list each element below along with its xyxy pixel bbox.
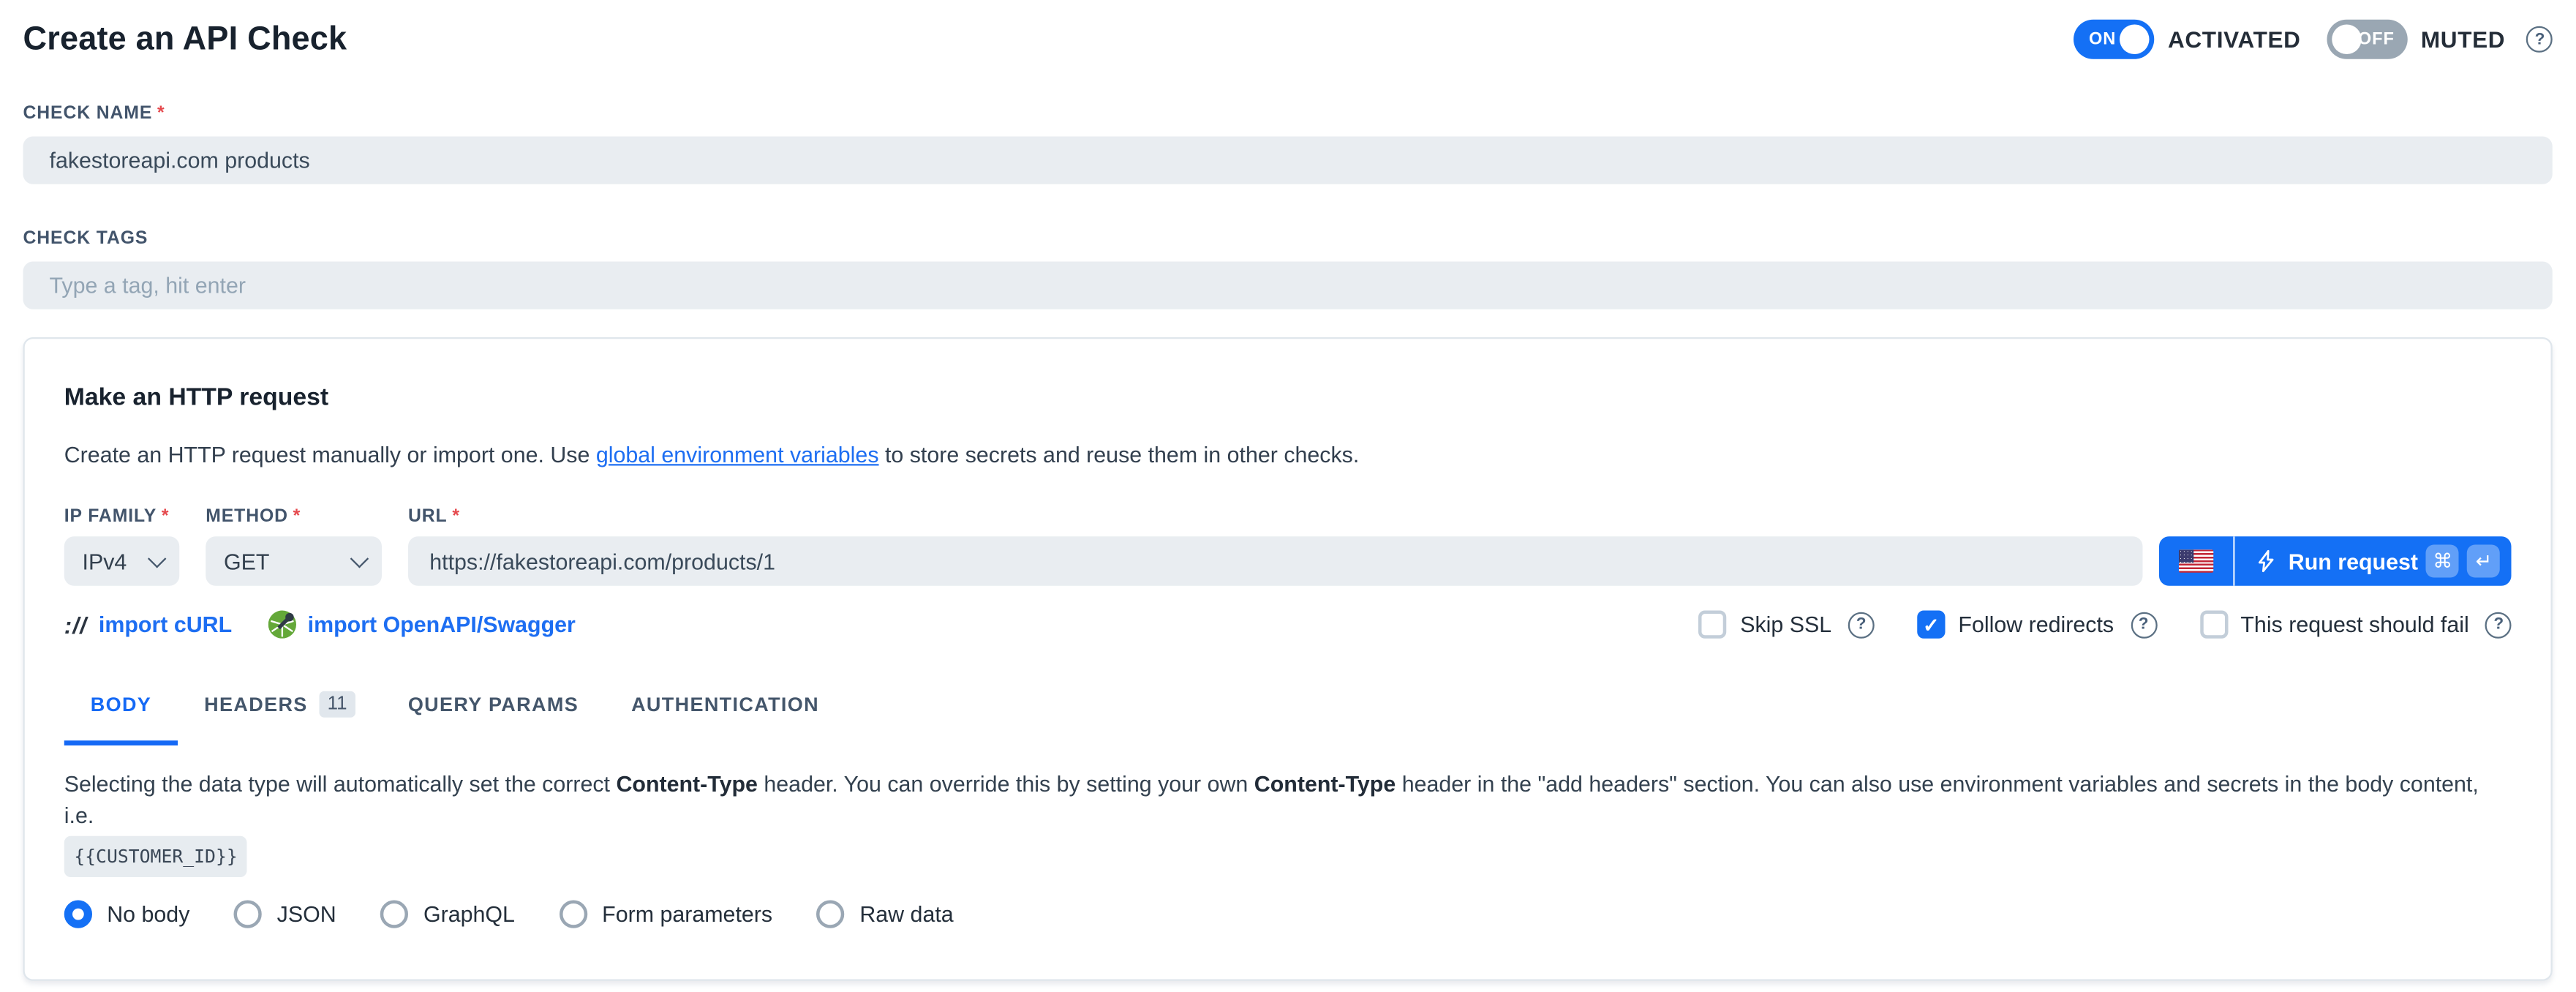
import-openapi-link[interactable]: import OpenAPI/Swagger	[268, 611, 576, 639]
ip-family-group: IP FAMILY* IPv4	[64, 507, 180, 586]
url-input[interactable]	[408, 536, 2142, 586]
radio-raw-data[interactable]: Raw data	[817, 901, 954, 928]
check-name-label: CHECK NAME*	[23, 104, 2553, 125]
http-request-card: Make an HTTP request Create an HTTP requ…	[23, 337, 2553, 981]
headers-count-badge: 11	[319, 691, 355, 718]
ip-family-label: IP FAMILY*	[64, 507, 180, 528]
run-request-button[interactable]: Run request ⌘ ↵	[2234, 536, 2512, 586]
page-title: Create an API Check	[23, 16, 347, 62]
radio-no-body[interactable]: No body	[64, 901, 190, 928]
us-flag-icon	[2178, 549, 2212, 573]
required-asterisk: *	[293, 507, 301, 527]
activated-toggle-state: ON	[2089, 20, 2116, 59]
run-request-label: Run request	[2289, 549, 2418, 574]
radio-button[interactable]	[560, 901, 587, 928]
follow-redirects-help-icon[interactable]: ?	[2131, 612, 2157, 638]
skip-ssl-checkbox[interactable]: ✓	[1699, 611, 1727, 639]
radio-graphql[interactable]: GraphQL	[380, 901, 514, 928]
tab-authentication[interactable]: AUTHENTICATION	[605, 691, 846, 745]
required-asterisk: *	[162, 507, 170, 527]
run-request-group: Run request ⌘ ↵	[2158, 536, 2512, 586]
header-help-icon[interactable]: ?	[2526, 26, 2553, 53]
url-group: URL*	[408, 507, 2142, 586]
skip-ssl-help-icon[interactable]: ?	[1848, 612, 1875, 638]
swagger-icon	[268, 611, 296, 639]
method-value: GET	[224, 549, 269, 574]
chevron-down-icon	[350, 549, 369, 568]
customer-id-code-chip: {{CUSTOMER_ID}}	[64, 836, 248, 877]
import-openapi-label: import OpenAPI/Swagger	[308, 612, 576, 637]
activated-label: ACTIVATED	[2168, 26, 2301, 53]
check-name-input[interactable]	[23, 137, 2553, 184]
check-tags-input[interactable]	[23, 262, 2553, 309]
activated-toggle-knob	[2120, 25, 2150, 55]
tab-query-params[interactable]: QUERY PARAMS	[382, 691, 605, 745]
import-curl-label: import cURL	[99, 612, 232, 637]
activated-toggle[interactable]: ON	[2074, 20, 2155, 59]
skip-ssl-option: ✓ Skip SSL ?	[1699, 611, 1875, 639]
request-tabs: BODY HEADERS11 QUERY PARAMS AUTHENTICATI…	[64, 691, 2512, 745]
method-label: METHOD*	[206, 507, 382, 528]
request-should-fail-help-icon[interactable]: ?	[2485, 612, 2512, 638]
request-should-fail-checkbox[interactable]: ✓	[2199, 611, 2227, 639]
chevron-down-icon	[148, 549, 166, 568]
import-options-row: :// import cURL	[64, 611, 2512, 639]
url-label: URL*	[408, 507, 2142, 528]
check-name-field-group: CHECK NAME*	[23, 104, 2553, 184]
radio-form-parameters[interactable]: Form parameters	[560, 901, 772, 928]
tab-headers[interactable]: HEADERS11	[178, 691, 382, 745]
request-options: ✓ Skip SSL ? ✓ Follow redirects ? ✓ This…	[1699, 611, 2512, 639]
method-select[interactable]: GET	[206, 536, 382, 586]
radio-json[interactable]: JSON	[234, 901, 336, 928]
tab-body[interactable]: BODY	[64, 691, 178, 745]
follow-redirects-label: Follow redirects	[1958, 612, 2114, 637]
import-links: :// import cURL	[64, 611, 576, 639]
skip-ssl-label: Skip SSL	[1740, 612, 1831, 637]
body-content-note: Selecting the data type will automatical…	[64, 769, 2512, 878]
radio-button[interactable]	[64, 901, 92, 928]
check-tags-label: CHECK TAGS	[23, 229, 2553, 250]
body-type-radios: No body JSON GraphQL Form parameters Raw…	[64, 901, 2512, 928]
radio-button[interactable]	[817, 901, 845, 928]
muted-toggle[interactable]: OFF	[2327, 20, 2408, 59]
radio-button[interactable]	[380, 901, 408, 928]
ip-family-select[interactable]: IPv4	[64, 536, 180, 586]
check-tags-field-group: CHECK TAGS	[23, 229, 2553, 309]
request-builder-row: IP FAMILY* IPv4 METHOD* GET	[64, 507, 2512, 586]
request-should-fail-option: ✓ This request should fail ?	[2199, 611, 2512, 639]
ip-family-value: IPv4	[83, 549, 127, 574]
enter-key-icon: ↵	[2467, 545, 2500, 578]
lightning-bolt-icon	[2254, 549, 2278, 573]
run-location-button[interactable]	[2158, 536, 2232, 586]
global-env-variables-link[interactable]: global environment variables	[596, 443, 879, 467]
card-description: Create an HTTP request manually or impor…	[64, 441, 2512, 471]
muted-toggle-state: OFF	[2358, 20, 2395, 59]
request-should-fail-label: This request should fail	[2240, 612, 2468, 637]
import-curl-link[interactable]: :// import cURL	[64, 612, 232, 638]
follow-redirects-option: ✓ Follow redirects ?	[1917, 611, 2156, 639]
muted-toggle-knob	[2332, 25, 2362, 55]
create-api-check-page: Create an API Check ON ACTIVATED OFF MUT…	[0, 15, 2576, 992]
radio-button[interactable]	[234, 901, 262, 928]
card-title: Make an HTTP request	[64, 382, 2512, 413]
follow-redirects-checkbox[interactable]: ✓	[1917, 611, 1945, 639]
header-controls: ON ACTIVATED OFF MUTED ?	[2074, 20, 2553, 59]
method-group: METHOD* GET	[206, 507, 382, 586]
required-asterisk: *	[157, 104, 165, 124]
page-header: Create an API Check ON ACTIVATED OFF MUT…	[23, 15, 2553, 64]
muted-label: MUTED	[2421, 26, 2505, 53]
cmd-key-icon: ⌘	[2426, 545, 2459, 578]
curl-icon: ://	[64, 612, 87, 638]
required-asterisk: *	[452, 507, 460, 527]
